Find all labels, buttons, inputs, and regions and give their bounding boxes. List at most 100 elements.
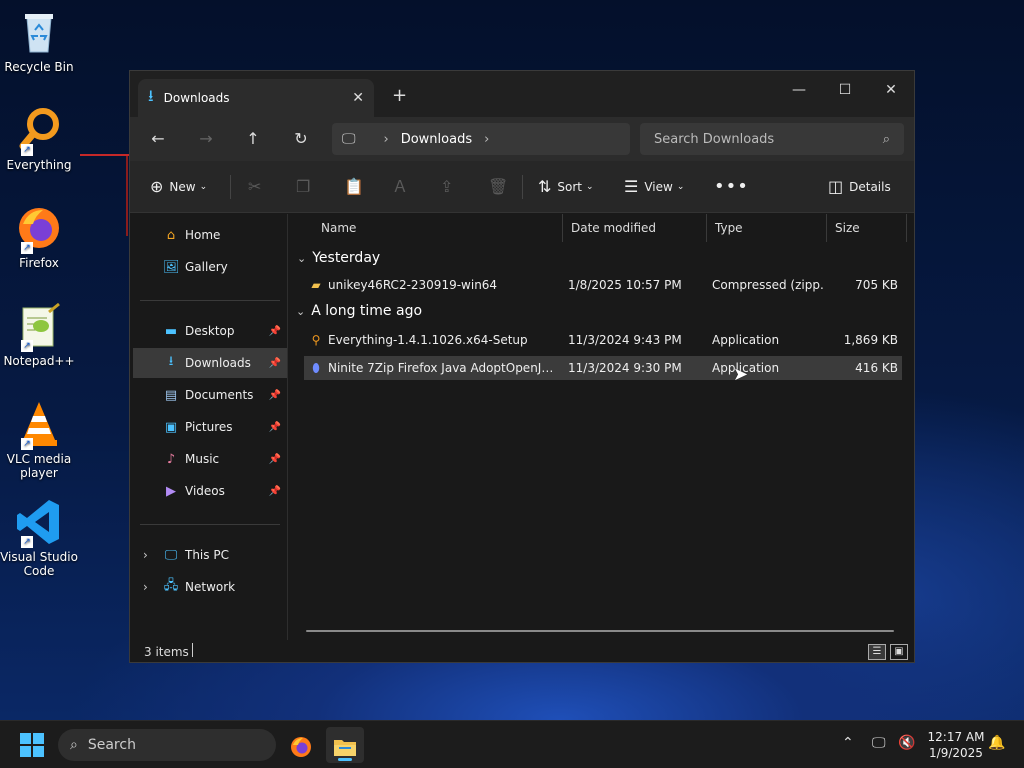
up-button[interactable]: ↑ [237, 125, 269, 153]
taskbar-search[interactable]: ⌕ Search [58, 729, 276, 761]
file-rows: ▰ unikey46RC2-230919-win64 1/8/2025 10:5… [288, 213, 914, 639]
sidebar-item-music[interactable]: ♪ Music 📌 [133, 444, 287, 474]
tiles-view-button[interactable]: ▣ [890, 644, 908, 660]
sidebar-item-pictures[interactable]: ▣ Pictures 📌 [133, 412, 287, 442]
show-hidden-icons-button[interactable]: ⌃ [842, 735, 854, 751]
new-button[interactable]: ⊕ New ⌄ [150, 175, 207, 199]
network-status-icon[interactable]: 🖵 [872, 735, 886, 751]
system-clock[interactable]: 12:17 AM 1/9/2025 [922, 729, 990, 761]
pin-icon: 📌 [268, 453, 281, 465]
minimize-button[interactable]: — [776, 75, 822, 105]
desktop-icon-label: VLC media player [6, 452, 72, 480]
home-icon: ⌂ [166, 227, 176, 243]
status-bar: 3 items ☰ ▣ [130, 640, 914, 664]
address-bar[interactable]: 🖵 › Downloads › [332, 123, 630, 155]
ninite-app-icon: ⬮ [312, 361, 320, 375]
search-lens-icon: ↗ [15, 106, 63, 156]
group-label: A long time ago [311, 303, 423, 319]
desktop-folder-icon: ▬ [164, 323, 178, 339]
sort-button[interactable]: ⇅ Sort ⌄ [538, 175, 594, 199]
pictures-icon: ▣ [164, 419, 178, 435]
sidebar-item-this-pc[interactable]: › 🖵 This PC [133, 540, 287, 570]
sidebar-item-gallery[interactable]: 🖼 Gallery [133, 252, 287, 282]
desktop-icon-notepadpp[interactable]: ↗ Notepad++ [0, 302, 78, 368]
desktop-icon-label: Everything [6, 158, 72, 172]
chevron-down-icon: ⌄ [586, 182, 594, 192]
refresh-button[interactable]: ↻ [285, 125, 317, 153]
desktop-icon-vlc[interactable]: ↗ VLC media player [0, 400, 78, 480]
sidebar-divider [140, 524, 280, 525]
chevron-right-icon[interactable]: › [143, 548, 148, 562]
sidebar-item-label: Network [185, 580, 236, 594]
file-type: Application [712, 361, 780, 375]
new-tab-button[interactable]: + [392, 85, 407, 106]
scissors-icon: ✂ [248, 177, 262, 196]
navigation-pane: ⌂ Home 🖼 Gallery ▬ Desktop 📌 ⭳ Downloads… [130, 214, 288, 640]
file-type: Application [712, 333, 780, 347]
forward-button[interactable]: → [190, 125, 222, 153]
sidebar-item-home[interactable]: ⌂ Home [133, 220, 287, 250]
share-icon: ⇪ [440, 177, 454, 196]
windows-logo-icon [20, 733, 31, 744]
table-row[interactable]: ▰ unikey46RC2-230919-win64 1/8/2025 10:5… [304, 273, 902, 297]
details-view-button[interactable]: ☰ [868, 644, 886, 660]
view-button[interactable]: ☰ View ⌄ [624, 175, 684, 199]
active-app-indicator [338, 758, 352, 761]
search-input[interactable]: Search Downloads ⌕ [640, 123, 904, 155]
volume-muted-icon[interactable]: 🔇 [898, 735, 915, 751]
sidebar-item-label: Downloads [185, 356, 251, 370]
sidebar-item-desktop[interactable]: ▬ Desktop 📌 [133, 316, 287, 346]
chevron-right-icon[interactable]: › [143, 580, 148, 594]
toolbar-divider [522, 175, 523, 199]
table-row-selected[interactable]: ⬮ Ninite 7Zip Firefox Java AdoptOpenJDK … [304, 356, 902, 380]
sidebar-item-network[interactable]: › 🖧 Network [133, 572, 287, 602]
close-window-button[interactable]: ✕ [868, 75, 914, 105]
delete-button[interactable]: 🗑 [488, 175, 514, 199]
notification-bell-icon[interactable]: 🔔 [988, 735, 1005, 751]
chevron-down-icon: ⌄ [296, 304, 306, 318]
desktop-icon-vscode[interactable]: ↗ Visual Studio Code [0, 498, 78, 578]
mouse-cursor-icon: ➤ [733, 364, 749, 385]
sort-label: Sort [557, 180, 583, 194]
desktop-icon-everything[interactable]: ↗ Everything [0, 106, 78, 172]
horizontal-scrollbar[interactable] [306, 630, 894, 632]
shortcut-arrow-icon: ↗ [21, 242, 33, 254]
chevron-right-icon[interactable]: › [484, 132, 489, 147]
taskbar-app-file-explorer[interactable] [326, 727, 364, 763]
shortcut-arrow-icon: ↗ [21, 144, 33, 156]
search-placeholder: Search Downloads [654, 131, 775, 147]
sidebar-item-videos[interactable]: ▶ Videos 📌 [133, 476, 287, 506]
pin-icon: 📌 [268, 357, 281, 369]
pin-icon: 📌 [268, 485, 281, 497]
search-icon: ⌕ [882, 131, 890, 147]
rename-button[interactable]: Ａ [392, 175, 414, 199]
close-tab-icon[interactable]: ✕ [352, 90, 364, 106]
table-row[interactable]: ⚲ Everything-1.4.1.1026.x64-Setup 11/3/2… [304, 328, 902, 352]
sidebar-item-downloads[interactable]: ⭳ Downloads 📌 [133, 348, 287, 378]
tab-downloads[interactable]: ⭳ Downloads ✕ [138, 79, 374, 117]
sidebar-item-documents[interactable]: ▤ Documents 📌 [133, 380, 287, 410]
monitor-icon: 🖵 [164, 547, 178, 563]
group-header-long-ago[interactable]: ⌄ A long time ago [296, 303, 422, 319]
copy-button[interactable]: ❐ [296, 175, 316, 199]
paste-button[interactable]: 📋 [344, 175, 370, 199]
maximize-button[interactable]: ☐ [822, 75, 868, 105]
cut-button[interactable]: ✂ [248, 175, 267, 199]
desktop-icon-firefox[interactable]: ↗ Firefox [0, 204, 78, 270]
details-pane-button[interactable]: ◫ Details [828, 175, 891, 199]
more-options-button[interactable]: ••• [714, 175, 755, 199]
breadcrumb-downloads[interactable]: Downloads [401, 132, 472, 147]
pin-icon: 📌 [268, 389, 281, 401]
chevron-right-icon[interactable]: › [384, 132, 389, 147]
taskbar-app-firefox[interactable] [282, 727, 320, 763]
download-icon: ⭳ [148, 85, 154, 105]
file-size: 1,869 KB [843, 333, 898, 347]
start-button[interactable] [20, 733, 44, 757]
firefox-icon: ↗ [15, 204, 63, 254]
sidebar-item-label: Pictures [185, 420, 233, 434]
desktop-icon-recycle-bin[interactable]: Recycle Bin [0, 8, 78, 74]
back-button[interactable]: ← [142, 125, 174, 153]
new-label: New [169, 180, 196, 194]
file-name: unikey46RC2-230919-win64 [328, 278, 498, 292]
share-button[interactable]: ⇪ [440, 175, 459, 199]
